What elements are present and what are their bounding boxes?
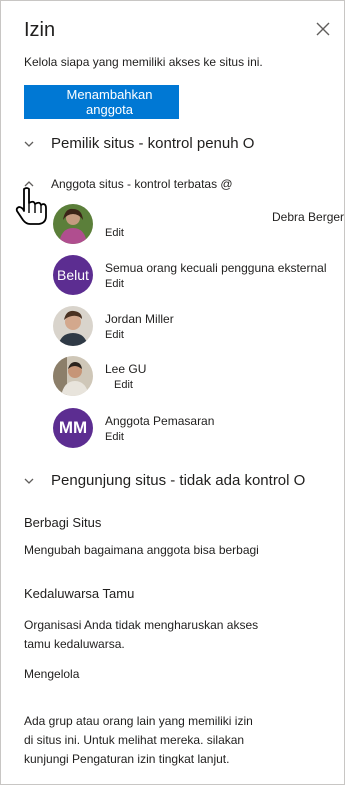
site-sharing-heading: Berbagi Situs — [24, 515, 102, 530]
panel-title: Izin — [24, 19, 56, 41]
member-role[interactable]: Edit — [114, 379, 133, 391]
member-name: Semua orang kecuali pengguna eksternal — [105, 261, 327, 275]
avatar — [53, 204, 93, 244]
member-role[interactable]: Edit — [105, 431, 124, 443]
section-members[interactable]: Anggota situs - kontrol terbatas @ — [23, 177, 233, 191]
avatar: MM — [53, 408, 93, 448]
member-role[interactable]: Edit — [105, 278, 124, 290]
manage-text-1: Ada grup atau orang lain yang memiliki i… — [24, 714, 253, 728]
change-sharing-link[interactable]: Mengubah bagaimana anggota bisa berbagi — [24, 541, 259, 560]
section-visitors[interactable]: Pengunjung situs - tidak ada kontrol O — [23, 472, 305, 489]
member-name: Debra Berger — [272, 210, 345, 224]
member-item[interactable]: MM Anggota Pemasaran Edit — [53, 408, 343, 452]
section-visitors-label: Pengunjung situs - tidak ada kontrol O — [51, 472, 306, 489]
advanced-permissions-link[interactable]: kunjungi Pengaturan izin tingkat lanjut. — [24, 750, 229, 769]
permissions-panel: Izin Kelola siapa yang memiliki akses ke… — [0, 0, 345, 785]
manage-text-2: di situs ini. Untuk melihat mereka. sila… — [24, 733, 245, 747]
section-owners[interactable]: Pemilik situs - kontrol penuh O — [23, 135, 254, 152]
member-name: Jordan Miller — [105, 312, 174, 326]
chevron-down-icon — [24, 141, 34, 147]
member-role[interactable]: Edit — [105, 329, 124, 341]
member-item[interactable]: Debra Berger Edit — [53, 204, 345, 248]
member-item[interactable]: Belut Semua orang kecuali pengguna ekste… — [53, 255, 343, 299]
close-icon[interactable] — [314, 20, 332, 38]
avatar: Belut — [53, 255, 93, 295]
add-member-button[interactable]: Menambahkan anggota — [24, 85, 179, 119]
member-item[interactable]: Jordan Miller Edit — [53, 306, 343, 350]
guest-expiration-heading: Kedaluwarsa Tamu — [24, 586, 135, 601]
manage-heading: Mengelola — [24, 667, 80, 681]
avatar — [53, 306, 93, 346]
member-name: Anggota Pemasaran — [105, 414, 215, 428]
panel-subtitle: Kelola siapa yang memiliki akses ke situ… — [24, 55, 263, 69]
section-owners-label: Pemilik situs - kontrol penuh O — [51, 135, 255, 152]
hand-cursor-icon — [15, 187, 47, 225]
avatar — [53, 356, 93, 396]
member-item[interactable]: Lee GU Edit — [53, 356, 343, 400]
guest-expiration-text-2: tamu kedaluwarsa. — [24, 637, 125, 651]
guest-expiration-text-1: Organisasi Anda tidak mengharuskan akses — [24, 618, 259, 632]
member-name: Lee GU — [105, 362, 147, 376]
section-members-label: Anggota situs - kontrol terbatas @ — [51, 177, 233, 191]
member-role[interactable]: Edit — [105, 227, 124, 239]
chevron-down-icon — [24, 478, 34, 484]
